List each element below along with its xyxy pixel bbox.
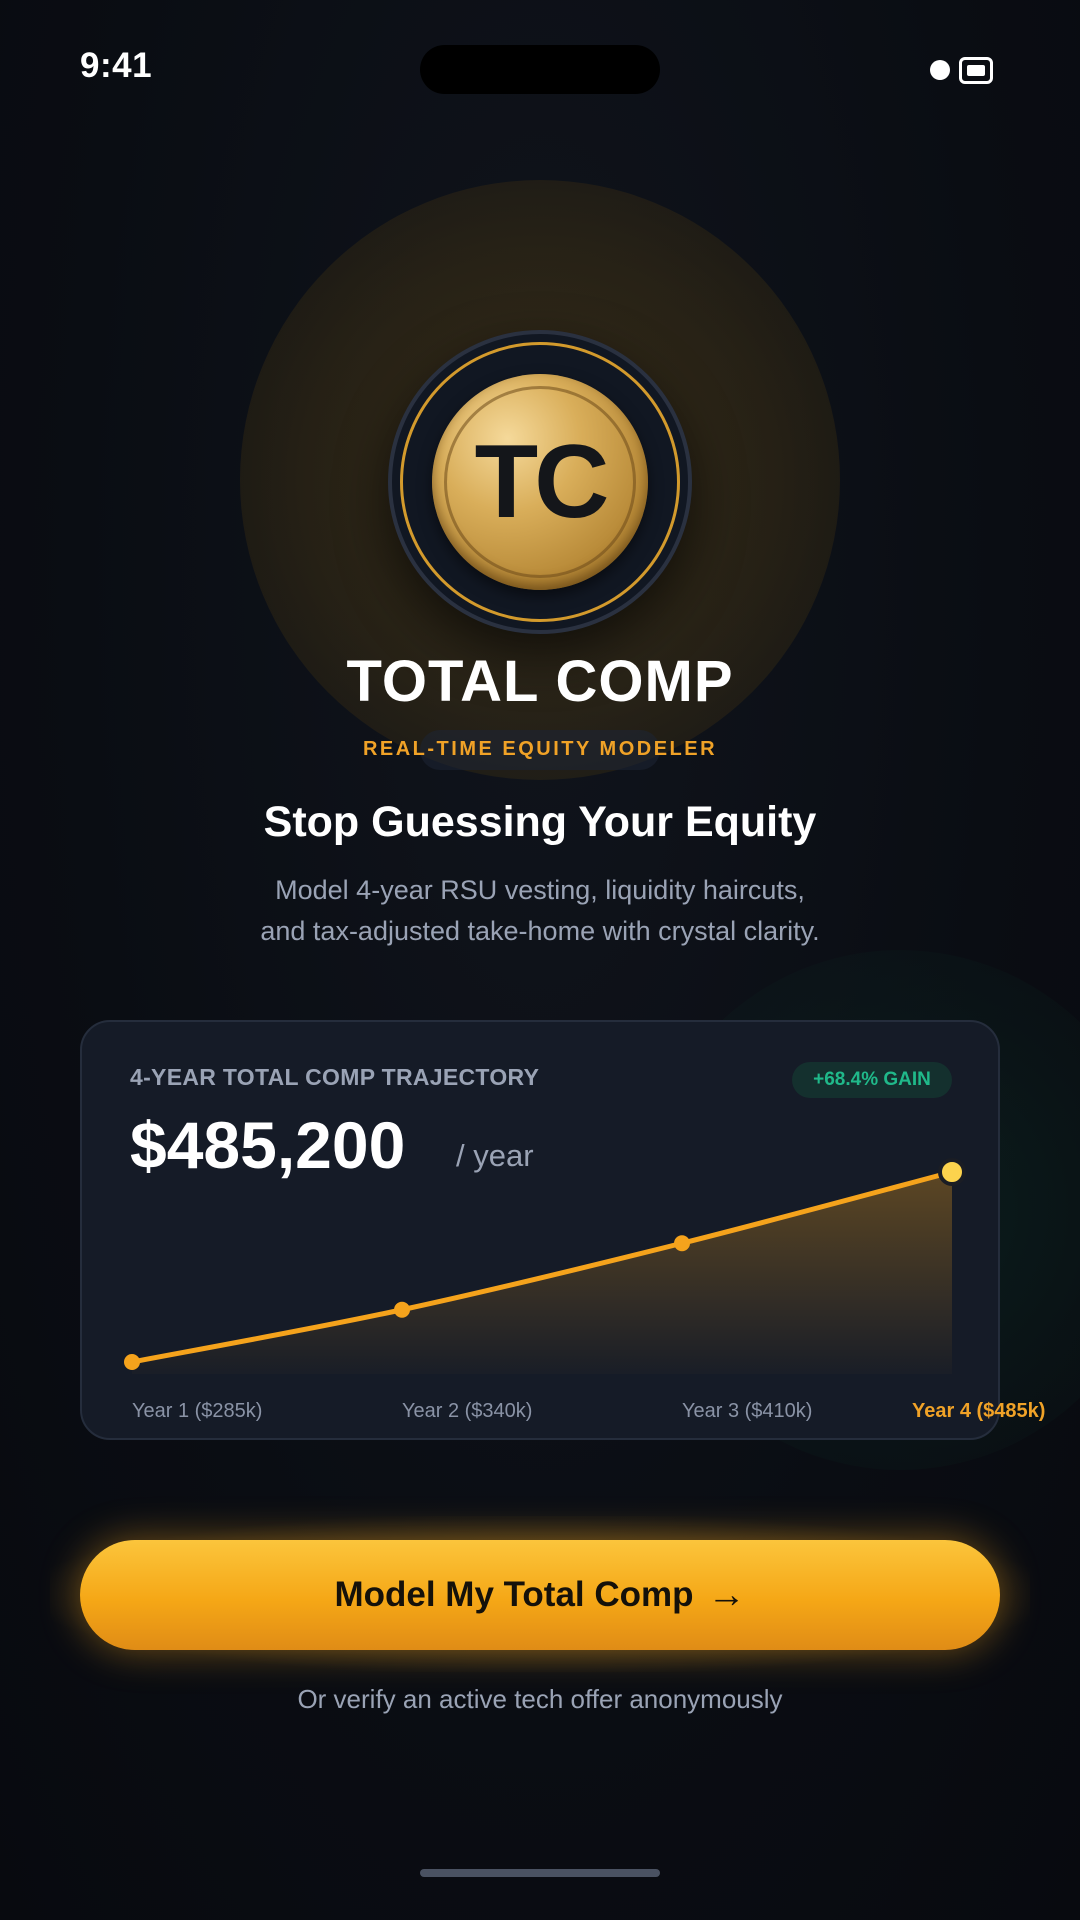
home-indicator[interactable] <box>420 1869 660 1877</box>
hero-headline: Stop Guessing Your Equity <box>263 798 817 846</box>
x-label-year-2: Year 2 ($340k) <box>402 1400 533 1422</box>
cta-label: Model My Total Comp <box>334 1575 694 1614</box>
dynamic-island <box>420 45 660 94</box>
chart-point-2[interactable] <box>394 1301 410 1318</box>
verify-offer-link[interactable]: Or verify an active tech offer anonymous… <box>0 1684 1080 1715</box>
logo-coin-icon: TC <box>432 374 648 590</box>
camera-indicator-icon <box>930 60 950 80</box>
hero-subtext: Model 4-year RSU vesting, liquidity hair… <box>0 870 1080 952</box>
logo-letters: TC <box>474 423 610 540</box>
logo-coin-inner: TC <box>444 386 636 578</box>
app-screen: 9:41 TC TOTAL COMP REAL-TIME EQUITY MODE… <box>0 0 1080 1920</box>
app-title: TOTAL COMP <box>346 649 734 714</box>
chart-point-1[interactable] <box>124 1354 140 1370</box>
trajectory-card: 4-YEAR TOTAL COMP TRAJECTORY +68.4% GAIN… <box>80 1020 1045 1440</box>
hero-subtext-line-1: Model 4-year RSU vesting, liquidity hair… <box>275 875 805 905</box>
chart-point-4[interactable] <box>938 1158 966 1186</box>
hero-subtext-line-2: and tax-adjusted take-home with crystal … <box>260 916 820 946</box>
model-total-comp-button[interactable]: Model My Total Comp → <box>80 1540 1000 1650</box>
chart-point-3[interactable] <box>674 1235 690 1252</box>
trajectory-chart <box>124 1158 966 1374</box>
arrow-right-icon: → <box>707 1573 746 1616</box>
status-time: 9:41 <box>80 46 153 85</box>
x-label-year-4: Year 4 ($485k) <box>912 1400 1046 1422</box>
x-label-year-1: Year 1 ($285k) <box>132 1400 263 1422</box>
x-label-year-3: Year 3 ($410k) <box>682 1400 813 1422</box>
battery-icon <box>959 57 993 84</box>
app-logo: TC <box>388 330 692 634</box>
app-tagline: REAL-TIME EQUITY MODELER <box>362 738 718 760</box>
chart-area-fill <box>132 1172 952 1374</box>
